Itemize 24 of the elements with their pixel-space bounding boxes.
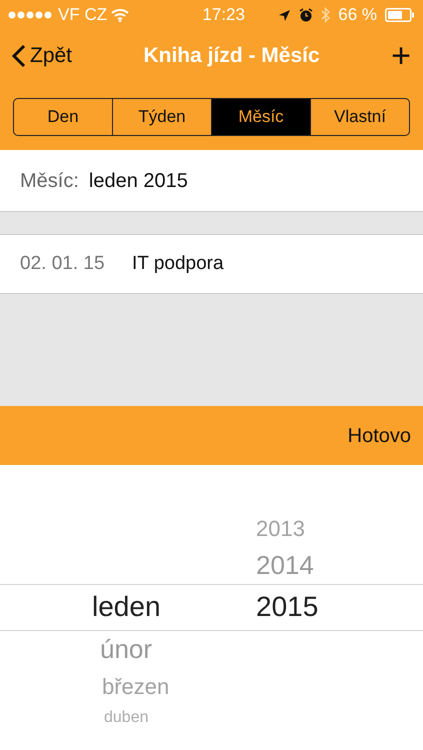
wifi-icon xyxy=(111,8,130,22)
month-field[interactable]: Měsíc: leden 2015 xyxy=(0,150,423,212)
segment-tab[interactable]: Měsíc xyxy=(211,99,310,135)
trip-name: IT podpora xyxy=(132,252,224,276)
trip-row[interactable]: 02. 01. 15 IT podpora xyxy=(0,234,423,294)
trip-date: 02. 01. 15 xyxy=(20,252,106,276)
segment-tab[interactable]: Vlastní xyxy=(310,99,409,135)
carrier-name: VF CZ xyxy=(58,4,108,26)
chevron-left-icon xyxy=(12,44,26,68)
month-option[interactable]: leden xyxy=(92,586,161,628)
done-button[interactable]: Hotovo xyxy=(348,420,411,450)
signal-icon xyxy=(8,11,54,19)
bluetooth-icon xyxy=(321,7,330,23)
alarm-icon xyxy=(299,8,314,22)
battery-icon xyxy=(385,8,415,22)
segment-tab[interactable]: Den xyxy=(14,99,112,135)
add-button[interactable]: + xyxy=(391,39,411,73)
clock-time: 17:23 xyxy=(202,4,245,26)
screen-title: Kniha jízd - Měsíc xyxy=(143,43,320,70)
back-button[interactable]: Zpět xyxy=(12,40,72,72)
location-arrow-icon xyxy=(278,8,292,22)
year-option[interactable]: 2015 xyxy=(256,586,318,628)
field-label: Měsíc: xyxy=(20,168,79,194)
battery-percent: 66 % xyxy=(338,4,377,26)
